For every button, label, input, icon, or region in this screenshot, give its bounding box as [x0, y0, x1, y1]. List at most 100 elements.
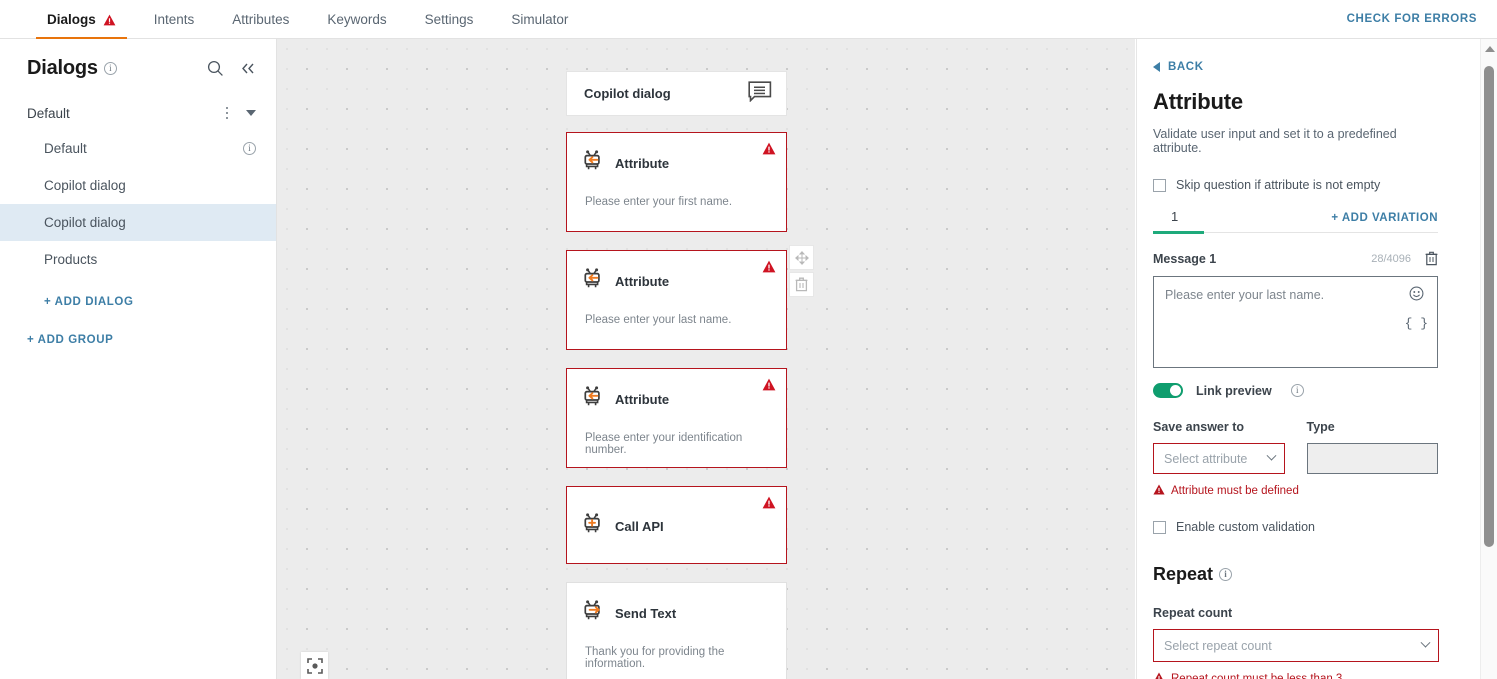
variation-tab-1[interactable]: 1 [1153, 209, 1205, 234]
save-answer-select[interactable]: Select attribute [1153, 443, 1285, 474]
tab-attributes[interactable]: Attributes [213, 0, 308, 39]
skip-question-label: Skip question if attribute is not empty [1176, 178, 1381, 192]
more-options-icon[interactable] [222, 104, 233, 123]
delete-node-button[interactable] [789, 272, 814, 297]
variables-braces-icon[interactable]: { } [1405, 316, 1428, 331]
enable-custom-validation-label: Enable custom validation [1176, 520, 1315, 534]
sidebar-item-label: Copilot dialog [44, 178, 126, 193]
canvas-header-node-title: Copilot dialog [584, 86, 671, 101]
node-header: Attribute [567, 264, 786, 298]
tab-list: Dialogs Intents Attributes Keywords Sett… [0, 0, 587, 39]
save-answer-label: Save answer to [1153, 420, 1245, 434]
node-body: Thank you for providing the information. [585, 646, 725, 670]
tab-simulator-label: Simulator [511, 12, 569, 27]
move-node-button[interactable] [789, 245, 814, 270]
tab-dialogs[interactable]: Dialogs [28, 0, 135, 39]
enable-custom-validation-row[interactable]: Enable custom validation [1153, 520, 1438, 534]
speech-bubble-icon[interactable] [748, 80, 772, 107]
canvas-header-node[interactable]: Copilot dialog [566, 71, 787, 116]
node-title: Attribute [615, 273, 670, 289]
add-dialog-button[interactable]: + ADD DIALOG [44, 296, 134, 308]
sidebar-item-copilot-dialog-2[interactable]: Copilot dialog [0, 204, 276, 241]
delete-message-button[interactable] [1425, 251, 1438, 266]
message-textarea-tools: { } [1405, 286, 1428, 331]
message-char-count: 28/4096 [1371, 252, 1411, 265]
link-preview-row: Link preview i [1153, 383, 1438, 398]
back-arrow-icon [1153, 62, 1160, 72]
tab-keywords[interactable]: Keywords [308, 0, 405, 39]
sidebar-item-default[interactable]: Default i [0, 130, 276, 167]
sidebar-header-actions [207, 60, 256, 77]
scrollbar-thumb[interactable] [1484, 66, 1494, 547]
node-warning-icon [762, 496, 776, 514]
emoji-icon[interactable] [1409, 286, 1424, 306]
repeat-count-field: Repeat count Select repeat count Repeat … [1153, 606, 1439, 679]
node-header: Attribute [567, 146, 786, 180]
message-header: Message 1 28/4096 [1153, 251, 1438, 266]
message-textarea[interactable]: Please enter your last name. { } [1153, 276, 1438, 368]
node-title: Send Text [615, 605, 677, 621]
check-for-errors-label: CHECK FOR ERRORS [1346, 13, 1477, 25]
check-for-errors-button[interactable]: CHECK FOR ERRORS [1347, 0, 1497, 38]
tab-intents[interactable]: Intents [135, 0, 214, 39]
add-dialog-row: + ADD DIALOG [0, 278, 276, 310]
sidebar-item-label: Default [44, 141, 87, 156]
node-header: Attribute [567, 382, 786, 416]
add-variation-button[interactable]: + ADD VARIATION [1331, 212, 1438, 232]
scroll-up-arrow-icon[interactable] [1485, 46, 1495, 52]
tab-settings-label: Settings [424, 12, 474, 27]
node-warning-icon [762, 260, 776, 278]
skip-question-checkbox[interactable] [1153, 178, 1166, 192]
node-toolbar [789, 245, 814, 299]
info-icon[interactable]: i [103, 62, 117, 75]
info-icon[interactable]: i [1290, 384, 1304, 397]
repeat-error-text: Repeat count must be less than 3 [1171, 673, 1343, 679]
link-preview-label: Link preview [1196, 383, 1272, 398]
sidebar-item-copilot-dialog-1[interactable]: Copilot dialog [0, 167, 276, 204]
info-icon[interactable]: i [243, 142, 256, 155]
node-attribute-3[interactable]: Attribute Please enter your identificati… [566, 368, 787, 468]
repeat-title-text: Repeat [1153, 564, 1214, 584]
type-input [1306, 443, 1438, 474]
top-tab-bar: Dialogs Intents Attributes Keywords Sett… [0, 0, 1497, 39]
node-header: Call API [567, 509, 786, 543]
node-attribute-2[interactable]: Attribute Please enter your last name. [566, 250, 787, 350]
repeat-count-select[interactable]: Select repeat count [1153, 629, 1439, 662]
dialog-group-default[interactable]: Default [0, 96, 276, 130]
tab-simulator[interactable]: Simulator [492, 0, 587, 39]
panel-scrollbar[interactable] [1480, 39, 1497, 679]
chevron-down-icon[interactable] [246, 110, 256, 116]
tab-settings[interactable]: Settings [406, 0, 493, 39]
sidebar-item-products[interactable]: Products [0, 241, 276, 278]
node-attribute-1[interactable]: Attribute Please enter your first name. [566, 132, 787, 232]
robot-input-icon [583, 150, 606, 176]
add-group-row: + ADD GROUP [0, 310, 276, 348]
info-icon[interactable]: i [1219, 568, 1233, 581]
tab-dialogs-label: Dialogs [47, 12, 96, 27]
enable-custom-validation-checkbox[interactable] [1153, 520, 1166, 534]
dialog-canvas[interactable]: Copilot dialog Attribute Please enter yo… [277, 39, 1135, 679]
robot-input-icon [583, 268, 606, 294]
variation-tabs: 1 + ADD VARIATION [1153, 209, 1438, 234]
repeat-count-label: Repeat count [1153, 606, 1233, 620]
node-header: Send Text [567, 596, 786, 630]
tab-keywords-label: Keywords [327, 12, 387, 27]
node-warning-icon [762, 142, 776, 160]
back-label: BACK [1168, 61, 1204, 73]
collapse-left-icon[interactable] [239, 61, 256, 76]
back-button[interactable]: BACK [1153, 61, 1438, 73]
tab-intents-label: Intents [153, 12, 195, 27]
node-send-text[interactable]: Send Text Thank you for providing the in… [566, 582, 787, 679]
page-title: Dialogs [27, 57, 98, 79]
add-group-button[interactable]: + ADD GROUP [27, 334, 113, 346]
attribute-error-row: Attribute must be defined [1153, 482, 1438, 500]
skip-question-checkbox-row[interactable]: Skip question if attribute is not empty [1153, 178, 1438, 192]
type-field: Type [1306, 420, 1438, 474]
node-body: Please enter your first name. [585, 196, 733, 208]
node-call-api[interactable]: Call API [566, 486, 787, 564]
type-label: Type [1306, 420, 1335, 434]
search-icon[interactable] [207, 60, 224, 77]
panel-title: Attribute [1153, 89, 1243, 114]
fit-to-screen-button[interactable] [301, 652, 328, 679]
link-preview-toggle[interactable] [1153, 383, 1183, 398]
